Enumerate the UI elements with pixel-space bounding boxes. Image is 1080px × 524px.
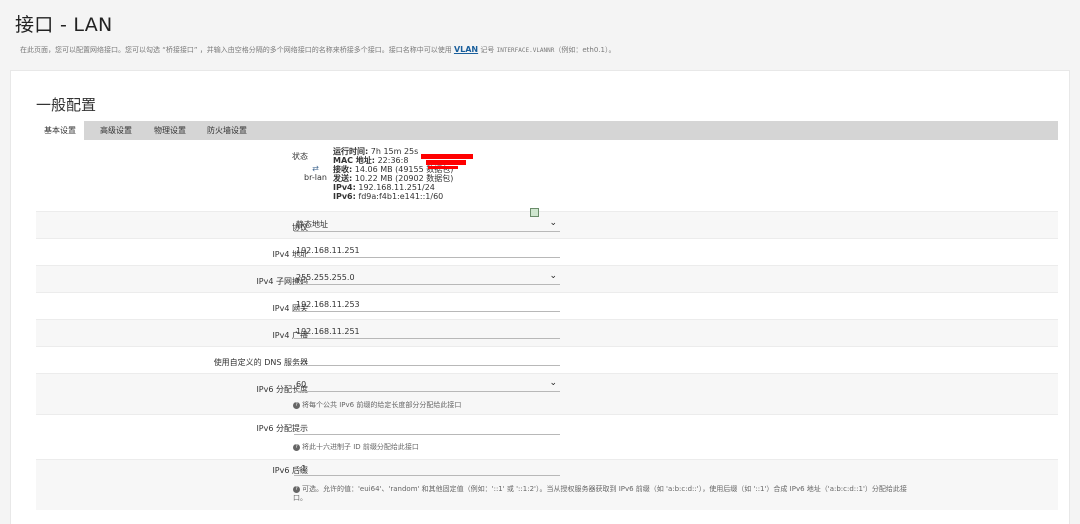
- description-mono: INTERFACE.VLANNR: [496, 47, 555, 54]
- question-icon: ?: [293, 401, 300, 409]
- ipv4-netmask-select[interactable]: 255.255.255.0 ⌄: [294, 271, 560, 285]
- network-device-icon: ⇄: [312, 164, 319, 173]
- protocol-select[interactable]: 静态地址 ⌄: [294, 218, 560, 232]
- ipv6-assign-hint-row: IPv6 分配提示 ? 将此十六进制子 ID 前缀分配给此接口: [36, 415, 1058, 460]
- tx-value: 10.22 MB (20902 数据包): [354, 174, 454, 183]
- description-text-2: 记号: [478, 46, 497, 54]
- chevron-down-icon: ⌄: [549, 271, 557, 281]
- ipv6-assign-hint-hint: ? 将此十六进制子 ID 前缀分配给此接口: [293, 442, 419, 452]
- ipv6-assign-length-select[interactable]: 60 ⌄: [294, 378, 560, 392]
- tab-basic-settings[interactable]: 基本设置: [36, 121, 84, 141]
- uptime-value: 7h 15m 25s: [370, 147, 419, 156]
- question-icon: ?: [293, 485, 300, 493]
- tab-bar: 基本设置 高级设置 物理设置 防火墙设置: [36, 121, 1058, 141]
- ipv6-key: IPv6:: [333, 192, 356, 201]
- description-text: 在此页面，您可以配置网络接口。您可以勾选 “桥接接口” ，并输入由空格分隔的多个…: [20, 46, 454, 54]
- page-title: 接口 - LAN: [15, 14, 113, 36]
- ipv6-suffix-hint-text: 可选。允许的值：'eui64'、'random' 和其他固定值（例如：'::1'…: [302, 485, 907, 493]
- ipv6-assign-length-hint-text: 将每个公共 IPv6 前缀的给定长度部分分配给此接口: [302, 401, 462, 409]
- dns-input[interactable]: [294, 352, 560, 366]
- ipv4-address-row: IPv4 地址 192.168.11.251: [36, 239, 1058, 266]
- status-label: 状态: [292, 152, 308, 161]
- tx-key: 发送:: [333, 174, 353, 183]
- chevron-down-icon: ⌄: [549, 218, 557, 228]
- protocol-value: 静态地址: [296, 220, 328, 229]
- ipv6-suffix-row: IPv6 后缀 ::1 ? 可选。允许的值：'eui64'、'random' 和其…: [36, 460, 1058, 510]
- ipv6-assign-length-value: 60: [296, 380, 307, 389]
- dns-add-icon[interactable]: [530, 208, 539, 217]
- question-icon: ?: [293, 443, 300, 451]
- mac-key: MAC 地址:: [333, 156, 376, 165]
- tab-physical-settings[interactable]: 物理设置: [146, 121, 194, 140]
- ipv4-gateway-input[interactable]: 192.168.11.253: [294, 298, 560, 312]
- ipv6-suffix-hint-line2: 口。: [293, 494, 307, 502]
- ipv4-netmask-value: 255.255.255.0: [296, 273, 355, 282]
- tab-firewall-settings[interactable]: 防火墙设置: [199, 121, 255, 140]
- ipv4-broadcast-row: IPv4 广播 192.168.11.251: [36, 320, 1058, 347]
- mac-value: 22:36:8: [377, 156, 409, 165]
- status-row: 状态 ⇄ br-lan 运行时间: 7h 15m 25s MAC 地址: 22:…: [36, 140, 1058, 212]
- ipv6-assign-hint-hint-text: 将此十六进制子 ID 前缀分配给此接口: [302, 443, 419, 451]
- ipv6-assign-length-hint: ? 将每个公共 IPv6 前缀的给定长度部分分配给此接口: [293, 400, 461, 410]
- ipv6-value: fd9a:f4b1:e141::1/60: [358, 192, 444, 201]
- redaction-mark: [421, 154, 473, 159]
- tab-advanced-settings[interactable]: 高级设置: [92, 121, 140, 140]
- rx-key: 接收:: [333, 165, 353, 174]
- redaction-mark: [428, 166, 458, 169]
- device-badge: ⇄ br-lan: [304, 164, 327, 182]
- ipv6-suffix-hint: ? 可选。允许的值：'eui64'、'random' 和其他固定值（例如：'::1…: [293, 484, 907, 494]
- ipv6-assign-hint-input[interactable]: [294, 421, 560, 435]
- device-name: br-lan: [304, 173, 327, 182]
- protocol-row: 协议 静态地址 ⌄: [36, 212, 1058, 239]
- ipv4-netmask-row: IPv4 子网掩码 255.255.255.0 ⌄: [36, 266, 1058, 293]
- ipv6-assign-length-row: IPv6 分配长度 60 ⌄ ? 将每个公共 IPv6 前缀的给定长度部分分配给此接…: [36, 374, 1058, 415]
- page-description: 在此页面，您可以配置网络接口。您可以勾选 “桥接接口” ，并输入由空格分隔的多个…: [20, 45, 616, 55]
- vlan-link[interactable]: VLAN: [454, 45, 478, 54]
- ipv6-suffix-input[interactable]: ::1: [294, 462, 560, 476]
- dns-row: 使用自定义的 DNS 服务器: [36, 347, 1058, 374]
- ipv4-key: IPv4:: [333, 183, 356, 192]
- description-text-3: （例如：eth0.1）。: [554, 46, 616, 54]
- ipv4-gateway-row: IPv4 网关 192.168.11.253: [36, 293, 1058, 320]
- ipv4-address-input[interactable]: 192.168.11.251: [294, 244, 560, 258]
- ipv4-value: 192.168.11.251/24: [358, 183, 435, 192]
- section-title: 一般配置: [36, 96, 97, 114]
- uptime-key: 运行时间:: [333, 147, 369, 156]
- ipv4-broadcast-input[interactable]: 192.168.11.251: [294, 325, 560, 339]
- chevron-down-icon: ⌄: [549, 378, 557, 388]
- redaction-mark: [426, 160, 466, 165]
